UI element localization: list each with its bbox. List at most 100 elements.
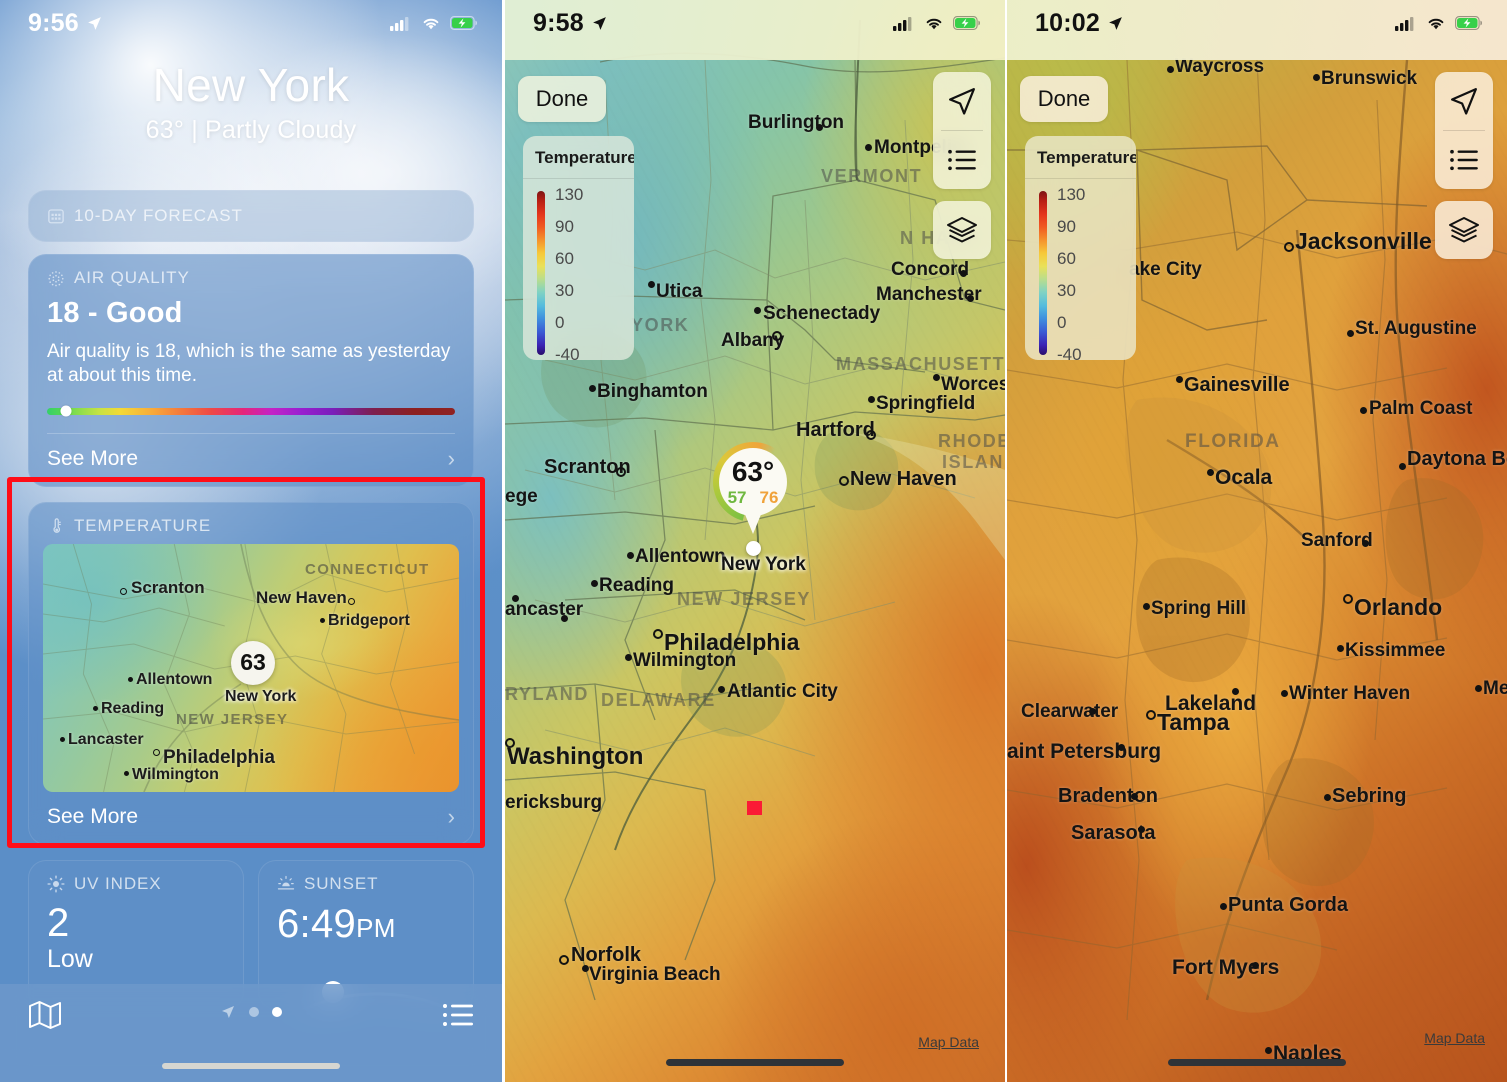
map-control-group-layers [1435,200,1493,259]
map-dot [625,654,632,661]
calendar-icon [48,209,64,224]
temperature-card-label: TEMPERATURE [74,515,212,535]
uv-index-header: UV INDEX [29,861,243,900]
map-label-lancaster: ancaster [505,599,584,620]
tab-bar-inner [0,984,502,1046]
map-layers-button[interactable] [933,201,991,259]
map-state-florida: FLORIDA [1185,431,1281,452]
screenshot-root: 9:56 New York 63° | Partly Cloudy 10-DAY… [0,0,1507,1082]
sunset-time-value: 6:49 [277,901,357,946]
map-dot [93,705,98,711]
map-dot [1176,376,1183,383]
sunset-header: SUNSET [259,861,473,900]
map-dot [772,331,782,341]
map-label-burlington: Burlington [748,112,845,133]
map-dot [124,770,129,776]
map-control-group-primary [933,72,991,189]
locate-me-button[interactable] [933,72,991,130]
air-quality-card[interactable]: AIR QUALITY 18 - Good Air quality is 18,… [28,254,474,487]
map-icon[interactable] [28,1000,62,1030]
location-arrow-icon [1451,88,1477,115]
sunset-icon [277,875,295,890]
list-button[interactable] [933,131,991,189]
map-label-atlantic-city: Atlantic City [727,681,838,702]
ten-day-forecast-card[interactable]: 10-DAY FORECAST [28,190,474,242]
map-label-wilmington: Wilmington [633,650,737,671]
weather-header: New York 63° | Partly Cloudy [0,59,502,145]
map-label-ocala: Ocala [1215,466,1273,489]
legend-tick-0: 0 [1057,313,1067,332]
map-label-bradenton: Bradenton [1058,785,1158,807]
wifi-icon [1428,18,1444,29]
legend-tick-90: 90 [555,217,574,236]
list-button[interactable] [1435,131,1493,189]
page-dot[interactable] [249,1007,259,1017]
map-data-link[interactable]: Map Data [918,1034,979,1050]
map-label-state-college: ege [505,486,538,507]
chevron-right-icon: › [447,803,455,829]
temperature-pin-value: 63 [240,649,266,676]
map-dot [128,676,133,682]
location-arrow-icon [87,16,101,30]
legend-tick-130: 130 [1057,185,1086,204]
current-location-pin[interactable]: 63° 57 76 [713,442,793,534]
map-dot [561,615,568,622]
map-controls [1435,72,1493,259]
legend-tick-60: 60 [555,249,574,268]
status-bar-right [893,15,981,31]
map-dot [967,295,974,302]
temperature-pin: 63 [231,640,275,685]
done-button[interactable]: Done [518,76,606,122]
map-dot [1207,469,1214,476]
legend-tick-30: 30 [1057,281,1076,300]
temperature-card[interactable]: TEMPERATURE Scranton New Haven Bridgepor… [28,501,474,845]
map-layers-button[interactable] [1435,201,1493,259]
map-dot [589,385,596,392]
sunset-time: 6:49PM [259,900,473,947]
status-bar-right [390,15,478,31]
status-bar-left: 9:56 [28,9,103,38]
legend-title: Temperature [1025,136,1136,179]
map-dot [60,736,65,742]
temperature-see-more-row[interactable]: See More › [29,792,473,844]
map-label-springfield: Springfield [876,393,976,414]
map-label-spring-hill: Spring Hill [1151,598,1246,619]
map-label-scranton: Scranton [131,577,205,597]
map-dot [718,686,725,693]
cellular-bars-icon [1395,17,1414,31]
pin-temperature: 63° [731,456,775,487]
location-arrow-icon[interactable] [220,1004,236,1020]
map-dot [816,124,823,131]
air-quality-see-more-row[interactable]: See More › [29,434,473,486]
pin-high-low: 57 76 [728,488,779,508]
map-dot [1138,826,1145,833]
map-state-maryland: RYLAND [505,684,589,704]
map-label-st-augustine: St. Augustine [1355,318,1477,339]
map-label-lancaster: Lancaster [68,730,144,748]
map-dot [120,587,127,595]
map-dot [1281,690,1288,697]
list-icon[interactable] [442,1002,474,1028]
locate-me-button[interactable] [1435,72,1493,130]
map-label-fredericksburg: ericksburg [505,792,603,813]
map-dot [1265,1047,1272,1054]
map-dot [348,597,355,605]
uv-index-value: 2 [47,900,70,945]
map-label-new-haven: New Haven [256,587,347,607]
map-dot [1362,540,1369,547]
thermometer-icon [53,518,61,533]
air-quality-header: AIR QUALITY [29,255,473,294]
temperature-see-more-label: See More [47,804,139,828]
map-controls [933,72,991,259]
page-dot-active[interactable] [272,1007,282,1017]
status-bar-panel1: 9:56 [0,0,502,46]
home-indicator [162,1063,340,1069]
map-dot [1220,903,1227,910]
temperature-map-thumbnail[interactable]: Scranton New Haven Bridgeport CONNECTICU… [43,543,459,792]
map-dot [754,307,761,314]
page-indicator[interactable] [220,1004,282,1020]
map-dot [1347,330,1354,337]
map-data-link[interactable]: Map Data [1424,1030,1485,1046]
map-label-winter-haven: Winter Haven [1289,683,1411,704]
done-button[interactable]: Done [1020,76,1108,122]
